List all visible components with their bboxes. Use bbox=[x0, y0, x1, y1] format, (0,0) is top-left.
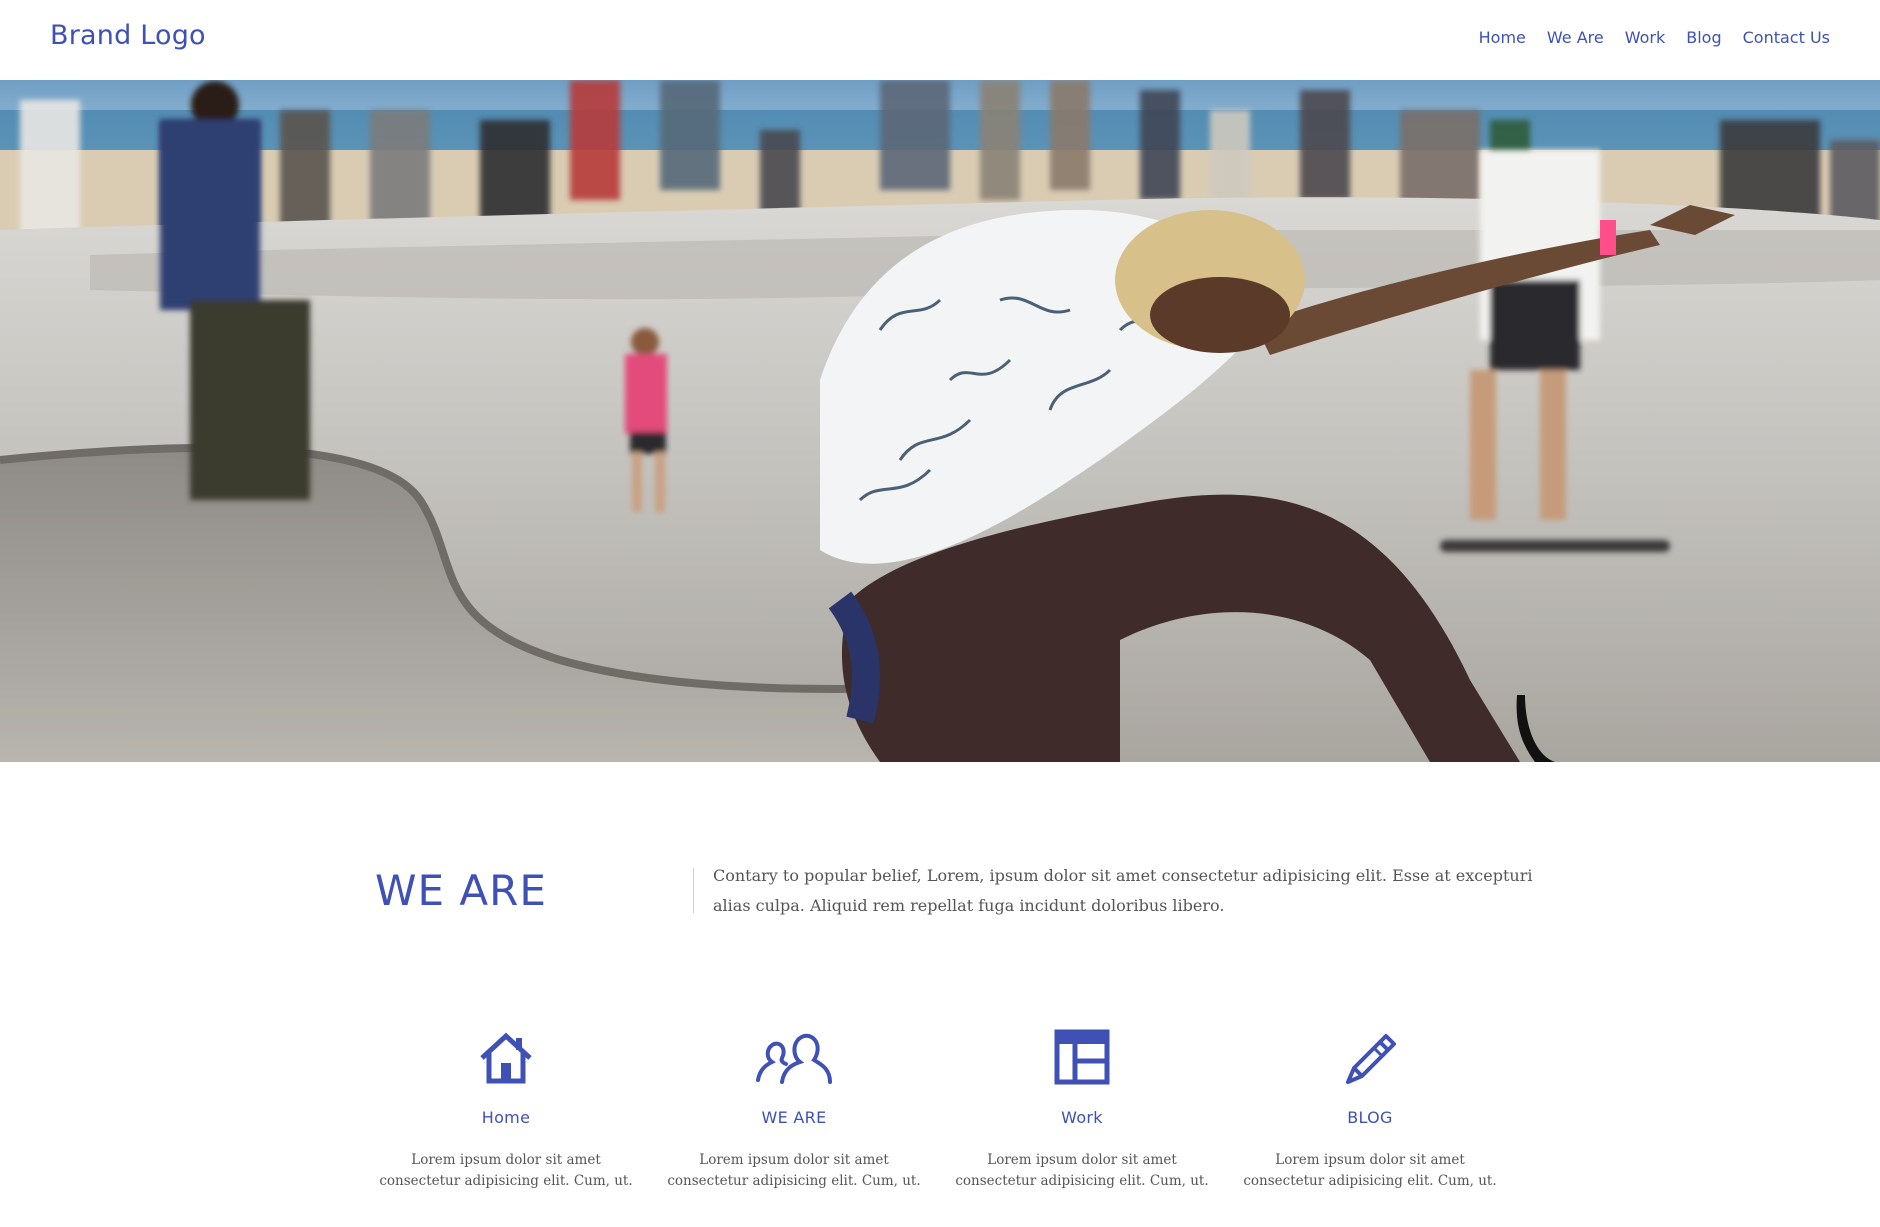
main-nav: Home We Are Work Blog Contact Us bbox=[1479, 28, 1830, 47]
about-title: WE ARE bbox=[375, 866, 547, 915]
nav-link-we-are[interactable]: We Are bbox=[1547, 28, 1604, 47]
nav-link-work[interactable]: Work bbox=[1625, 28, 1666, 47]
feature-work: Work Lorem ipsum dolor sit amet consecte… bbox=[938, 1028, 1226, 1192]
home-icon bbox=[480, 1032, 532, 1084]
top-navbar: Brand Logo Home We Are Work Blog Contact… bbox=[0, 0, 1880, 80]
feature-blog: BLOG Lorem ipsum dolor sit amet consecte… bbox=[1226, 1028, 1514, 1192]
feature-title-blog: BLOG bbox=[1347, 1108, 1393, 1127]
about-divider bbox=[693, 868, 694, 913]
feature-title-work: Work bbox=[1061, 1108, 1103, 1127]
feature-we-are: WE ARE Lorem ipsum dolor sit amet consec… bbox=[650, 1028, 938, 1192]
features-section: Home Lorem ipsum dolor sit amet consecte… bbox=[362, 1028, 1514, 1192]
layout-icon bbox=[1054, 1029, 1110, 1085]
about-text: Contary to popular belief, Lorem, ipsum … bbox=[713, 866, 1533, 915]
feature-text-home: Lorem ipsum dolor sit amet consectetur a… bbox=[379, 1152, 633, 1189]
brand-logo[interactable]: Brand Logo bbox=[50, 20, 206, 51]
nav-link-blog[interactable]: Blog bbox=[1686, 28, 1721, 47]
feature-home: Home Lorem ipsum dolor sit amet consecte… bbox=[362, 1028, 650, 1192]
pencil-icon bbox=[1346, 1034, 1396, 1084]
feature-title-we-are: WE ARE bbox=[761, 1108, 827, 1127]
feature-title-home: Home bbox=[481, 1108, 531, 1127]
nav-link-home[interactable]: Home bbox=[1479, 28, 1526, 47]
feature-text-work: Lorem ipsum dolor sit amet consectetur a… bbox=[955, 1152, 1209, 1189]
feature-text-blog: Lorem ipsum dolor sit amet consectetur a… bbox=[1243, 1152, 1497, 1189]
about-section: WE ARE Contary to popular belief, Lorem,… bbox=[0, 762, 1880, 962]
hero-image bbox=[0, 80, 1880, 762]
feature-text-we-are: Lorem ipsum dolor sit amet consectetur a… bbox=[667, 1152, 921, 1189]
nav-link-contact-us[interactable]: Contact Us bbox=[1743, 28, 1830, 47]
people-icon bbox=[756, 1033, 832, 1084]
skatepark-photo bbox=[0, 80, 1880, 762]
